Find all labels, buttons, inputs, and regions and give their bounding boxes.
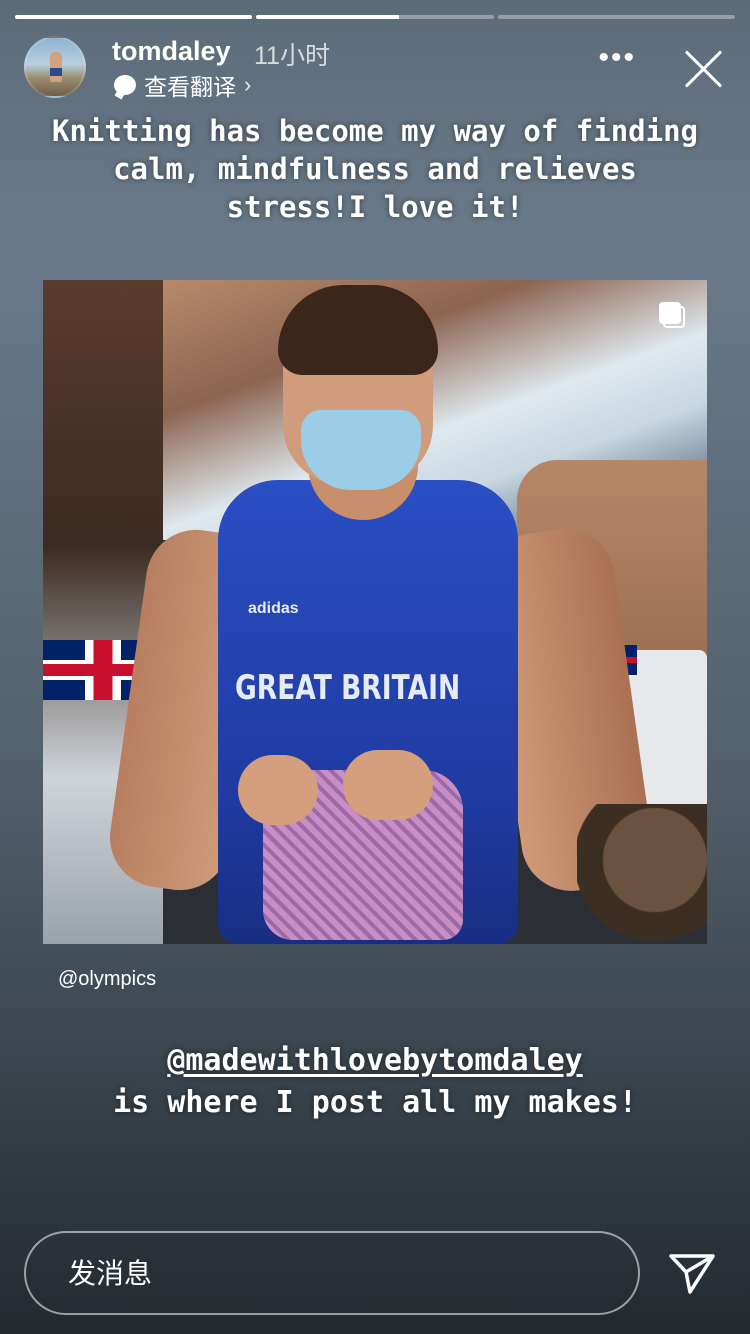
story-header: tomdaley 11小时 查看翻译 › ••• xyxy=(24,36,726,102)
post-time: 11小时 xyxy=(254,42,330,70)
caption-bottom-text: is where I post all my makes! xyxy=(113,1085,637,1120)
send-icon[interactable] xyxy=(668,1252,716,1296)
see-translation-label: 查看翻译 xyxy=(144,74,236,100)
story-caption-top: Knitting has become my way of finding ca… xyxy=(51,114,698,224)
progress-segment-2 xyxy=(256,15,494,19)
avatar-shorts xyxy=(50,68,62,76)
photo-left-hand xyxy=(238,755,318,825)
more-icon[interactable]: ••• xyxy=(598,43,636,73)
chevron-right-icon: › xyxy=(244,72,252,97)
progress-segment-1 xyxy=(15,15,253,19)
reply-message-input[interactable] xyxy=(66,1255,590,1291)
photo-credit[interactable]: @olympics xyxy=(58,968,156,991)
progress-segment-3 xyxy=(497,15,735,19)
close-icon[interactable] xyxy=(682,46,726,90)
story-progress-bar xyxy=(15,15,735,19)
speech-bubble-icon xyxy=(114,75,136,95)
multiple-posts-icon xyxy=(659,302,685,328)
see-translation-button[interactable]: 查看翻译 › xyxy=(114,70,251,100)
photo-spectator-head xyxy=(577,804,707,944)
jersey-text: GREAT BRITAIN xyxy=(235,668,461,708)
avatar-figure xyxy=(50,52,62,82)
jersey-brand: adidas xyxy=(248,600,299,617)
shared-post-photo[interactable]: adidas GREAT BRITAIN xyxy=(43,280,707,944)
avatar[interactable] xyxy=(24,36,86,98)
story-caption-bottom: @madewithlovebytomdaley is where I post … xyxy=(40,1040,710,1124)
photo-face-mask xyxy=(301,410,421,490)
username[interactable]: tomdaley xyxy=(112,36,231,67)
reply-input-container[interactable] xyxy=(24,1231,640,1315)
photo-right-hand xyxy=(343,750,433,820)
mention-link[interactable]: @madewithlovebytomdaley xyxy=(167,1043,582,1078)
